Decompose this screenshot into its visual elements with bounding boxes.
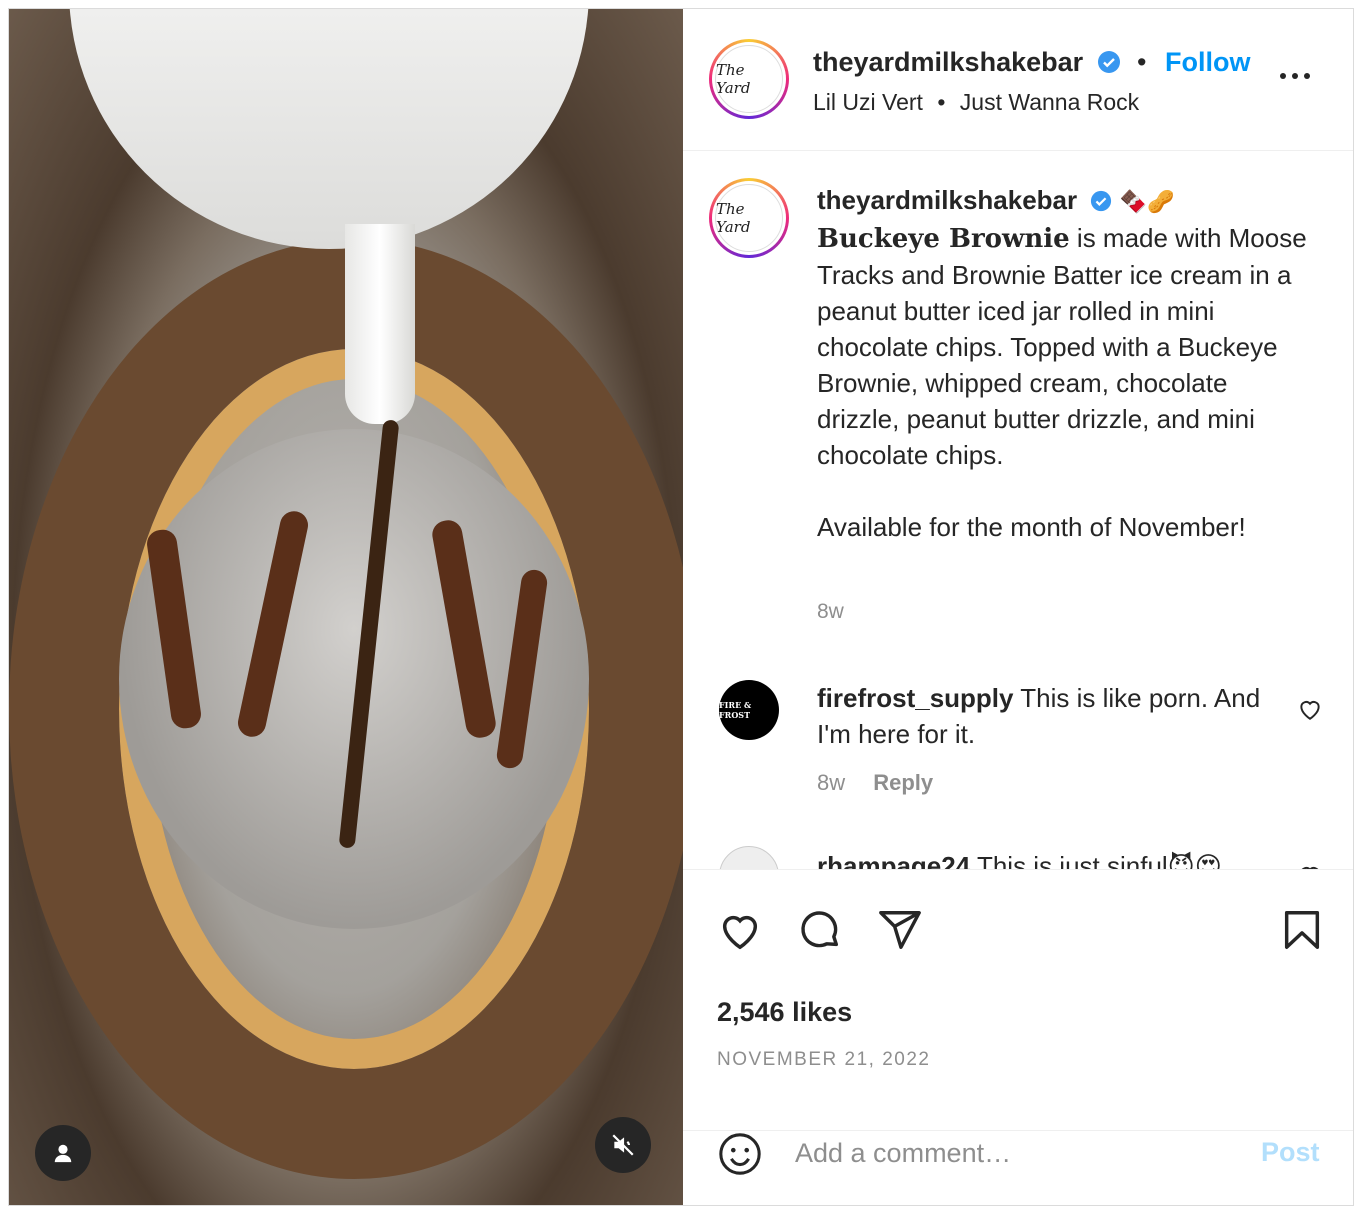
emoji-icon[interactable] [717,1131,763,1177]
post-date: NOVEMBER 21, 2022 [717,1049,931,1070]
action-bar: 2,546 likes NOVEMBER 21, 2022 [683,871,1353,1131]
caption-time[interactable]: 8w [817,600,844,624]
comment-time[interactable]: 8w [817,770,845,795]
comment-body: This is just sinful😈😍 [976,851,1222,870]
tagged-users-button[interactable] [35,1125,91,1181]
audio-info[interactable]: Lil Uzi Vert • Just Wanna Rock [813,89,1139,116]
comment-avatar[interactable]: FIRE & FROST [719,680,779,740]
username-text[interactable]: theyardmilkshakebar [813,47,1083,77]
audio-track[interactable]: Just Wanna Rock [960,89,1139,115]
comment-meta: 8w Reply [817,770,933,796]
caption-availability: Available for the month of November! [817,512,1246,542]
audio-separator: • [937,89,946,115]
share-icon[interactable] [877,907,923,953]
comments-list[interactable]: The Yard theyardmilkshakebar 🍫🥜 Buckeye … [683,152,1353,870]
comment-text: rhampage24 This is just sinful😈😍 [817,848,1222,870]
comment-username[interactable]: firefrost_supply [817,683,1014,713]
separator-dot: • [1137,47,1147,77]
caption-body: is made with Moose Tracks and Brownie Ba… [817,223,1307,470]
user-tag-icon [54,1144,72,1163]
likes-count[interactable]: 2,546 likes [717,997,852,1028]
post-sidebar: The Yard theyardmilkshakebar • Follow Li… [683,9,1353,1205]
caption-bold-name: Buckeye Brownie [817,224,1070,254]
post-username[interactable]: theyardmilkshakebar [813,47,1121,78]
mute-icon [612,1134,634,1156]
post-dialog: The Yard theyardmilkshakebar • Follow Li… [8,8,1354,1206]
comment-input[interactable] [795,1133,1235,1173]
add-comment-bar: Post [683,1131,1353,1205]
avatar-logo: FIRE & FROST [719,700,752,720]
avatar-logo: The Yard [715,184,783,252]
caption: theyardmilkshakebar 🍫🥜 Buckeye Brownie i… [817,182,1317,545]
mute-button[interactable] [595,1117,651,1173]
verified-badge-icon [1097,51,1120,73]
post-header: The Yard theyardmilkshakebar • Follow Li… [683,9,1353,151]
post-button[interactable]: Post [1261,1137,1320,1168]
comment-text: firefrost_supply This is like porn. And … [817,680,1287,752]
more-options-icon[interactable] [1275,61,1315,91]
caption-emoji: 🍫🥜 [1119,189,1175,214]
comment-avatar[interactable] [719,846,779,869]
heart-icon[interactable] [1297,862,1323,870]
post-video[interactable] [9,9,683,1205]
heart-icon[interactable] [717,907,763,953]
verified-badge-icon [1091,190,1112,212]
comment-username[interactable]: rhampage24 [817,851,970,869]
bottle-nozzle [345,224,415,424]
caption-avatar[interactable]: The Yard [709,178,789,258]
comment-icon[interactable] [797,907,843,953]
bookmark-icon[interactable] [1279,907,1325,953]
follow-button[interactable]: Follow [1165,47,1250,78]
audio-artist[interactable]: Lil Uzi Vert [813,89,923,115]
caption-username[interactable]: theyardmilkshakebar [817,185,1077,215]
avatar-logo: The Yard [715,45,783,113]
heart-icon[interactable] [1297,696,1323,722]
reply-button[interactable]: Reply [873,770,933,795]
profile-avatar[interactable]: The Yard [709,39,789,119]
squeeze-bottle [69,9,589,249]
